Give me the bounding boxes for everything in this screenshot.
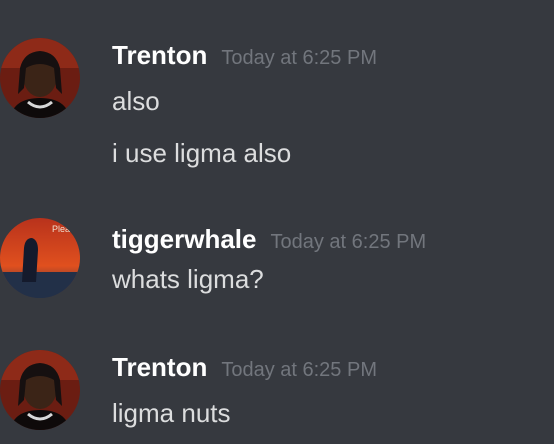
message-text: i use ligma also (112, 138, 292, 168)
message-text: also (112, 86, 160, 116)
user-avatar-icon[interactable]: Plea (0, 218, 80, 298)
username[interactable]: Trenton (112, 40, 207, 70)
chat-message-list: Trenton Today at 6:25 PM also i use ligma… (0, 0, 554, 444)
username[interactable]: Trenton (112, 352, 207, 382)
message-header: tiggerwhale Today at 6:25 PM (112, 222, 426, 259)
message-text: ligma nuts (112, 398, 231, 428)
timestamp: Today at 6:25 PM (221, 47, 377, 69)
message-header: Trenton Today at 6:25 PM (112, 350, 377, 387)
user-avatar-icon[interactable] (0, 38, 80, 118)
message-header: Trenton Today at 6:25 PM (112, 38, 377, 75)
message-text: whats ligma? (112, 264, 264, 294)
user-avatar-icon[interactable] (0, 350, 80, 430)
username[interactable]: tiggerwhale (112, 224, 256, 254)
timestamp: Today at 6:25 PM (221, 359, 377, 381)
svg-text:Plea: Plea (52, 224, 70, 234)
timestamp: Today at 6:25 PM (270, 231, 427, 253)
